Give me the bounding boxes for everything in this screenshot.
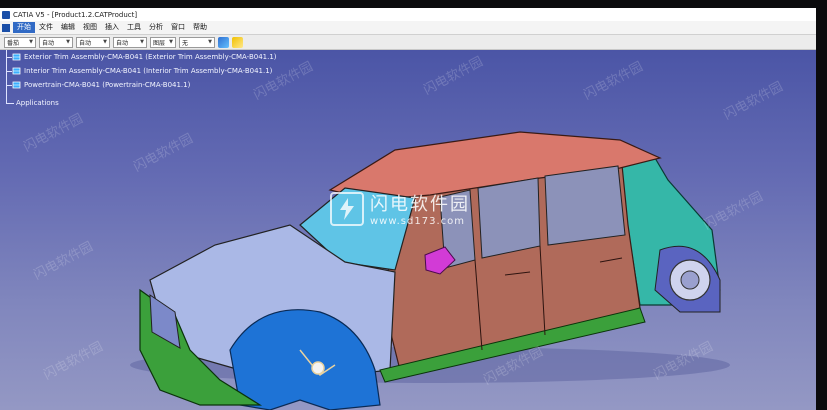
tree-item-label: Interior Trim Assembly-CMA-B041 (Interio… — [24, 67, 273, 75]
graphic-properties-toolbar: 番茄 ▼ 自动 ▼ 自动 ▼ 自动 ▼ 图层 ▼ 无 ▼ — [0, 35, 816, 50]
menu-help[interactable]: 帮助 — [189, 22, 211, 33]
tree-item-interior-trim[interactable]: Interior Trim Assembly-CMA-B041 (Interio… — [12, 67, 272, 75]
line-type-combo[interactable]: 自动 ▼ — [113, 36, 147, 48]
color-combo-value: 番茄 — [7, 39, 20, 47]
title-bar: CATIA V5 - [Product1.2.CATProduct] — [0, 8, 816, 21]
chevron-down-icon: ▼ — [66, 39, 70, 45]
tree-item-exterior-trim[interactable]: Exterior Trim Assembly-CMA-B041 (Exterio… — [12, 53, 277, 61]
menu-edit[interactable]: 编辑 — [57, 22, 79, 33]
screen-top-border — [0, 0, 827, 8]
product-node-icon — [12, 81, 21, 89]
watermark-brand: 闪电软件园 — [370, 194, 470, 215]
color-combo[interactable]: 番茄 ▼ — [4, 36, 36, 48]
product-node-icon — [12, 67, 21, 75]
lightning-logo-icon — [330, 191, 364, 226]
chevron-down-icon: ▼ — [169, 39, 173, 45]
window-title: CATIA V5 - [Product1.2.CATProduct] — [13, 10, 138, 19]
menu-file[interactable]: 文件 — [35, 22, 57, 33]
line-thickness-combo[interactable]: 自动 ▼ — [76, 36, 110, 48]
point-type-combo[interactable]: 图层 ▼ — [150, 36, 176, 48]
transparency-combo[interactable]: 自动 ▼ — [39, 36, 73, 48]
line-type-combo-value: 自动 — [116, 39, 129, 47]
3d-viewport[interactable]: 闪电软件园 闪电软件园 闪电软件园 闪电软件园 闪电软件园 闪电软件园 闪电软件… — [0, 50, 816, 410]
menu-tools[interactable]: 工具 — [123, 22, 145, 33]
site-watermark: 闪电软件园 www.sd173.com — [330, 190, 470, 227]
chevron-down-icon: ▼ — [29, 39, 33, 45]
catia-app-menu-icon[interactable] — [2, 23, 10, 32]
tree-item-label: Applications — [16, 99, 59, 107]
line-thickness-combo-value: 自动 — [79, 39, 92, 47]
chevron-down-icon: ▼ — [140, 39, 144, 45]
tree-item-applications[interactable]: Applications — [16, 99, 59, 107]
screen-right-border — [816, 8, 827, 410]
watermark-url: www.sd173.com — [370, 216, 465, 227]
point-type-combo-value: 图层 — [153, 39, 166, 47]
chevron-down-icon: ▼ — [208, 39, 212, 45]
layer-combo[interactable]: 无 ▼ — [179, 36, 215, 48]
menu-analysis[interactable]: 分析 — [145, 22, 167, 33]
chevron-down-icon: ▼ — [103, 39, 107, 45]
tree-item-label: Powertrain-CMA-B041 (Powertrain-CMA-B041… — [24, 81, 191, 89]
menu-view[interactable]: 视图 — [79, 22, 101, 33]
tree-connector — [6, 103, 14, 104]
product-node-icon — [12, 53, 21, 61]
transparency-combo-value: 自动 — [42, 39, 55, 47]
tree-item-label: Exterior Trim Assembly-CMA-B041 (Exterio… — [24, 53, 277, 61]
tree-item-powertrain[interactable]: Powertrain-CMA-B041 (Powertrain-CMA-B041… — [12, 81, 190, 89]
layer-combo-value: 无 — [182, 39, 189, 47]
menu-insert[interactable]: 插入 — [101, 22, 123, 33]
format-painter-icon[interactable] — [232, 36, 243, 48]
menu-start[interactable]: 开始 — [13, 22, 35, 33]
catia-icon — [2, 10, 10, 19]
tree-connector — [6, 50, 7, 104]
menu-bar: 开始 文件 编辑 视图 插入 工具 分析 窗口 帮助 — [0, 21, 816, 35]
paint-brush-icon[interactable] — [218, 36, 229, 48]
catia-window: CATIA V5 - [Product1.2.CATProduct] 开始 文件… — [0, 8, 816, 410]
menu-window[interactable]: 窗口 — [167, 22, 189, 33]
